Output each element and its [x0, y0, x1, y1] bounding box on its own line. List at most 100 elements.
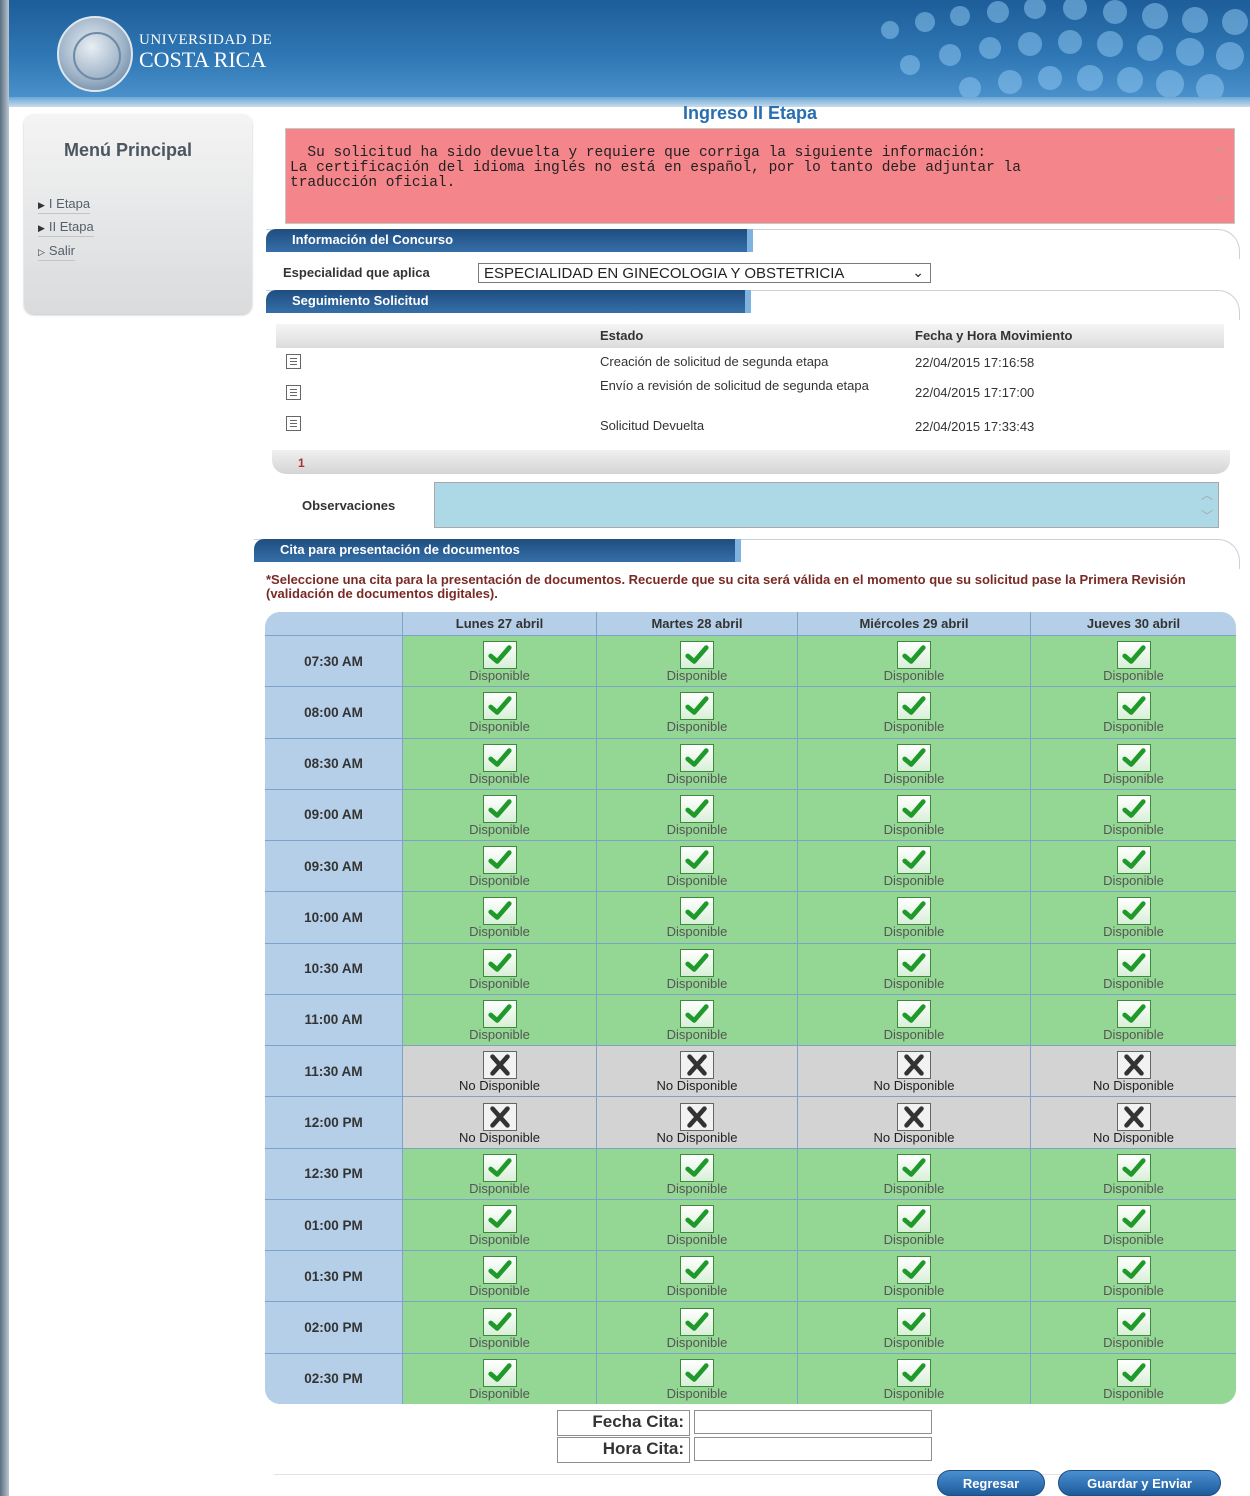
checkmark-icon[interactable]	[680, 1153, 714, 1182]
slot-available-cell[interactable]: Disponible	[596, 994, 798, 1047]
checkmark-icon[interactable]	[680, 1358, 714, 1387]
checkmark-icon[interactable]	[680, 948, 714, 977]
slot-available-cell[interactable]: Disponible	[402, 943, 597, 995]
slot-available-cell[interactable]: Disponible	[402, 1148, 597, 1200]
checkmark-icon[interactable]	[897, 641, 931, 670]
checkmark-icon[interactable]	[482, 1153, 517, 1182]
slot-available-cell[interactable]: Disponible	[1030, 1148, 1236, 1200]
checkmark-icon[interactable]	[897, 692, 931, 721]
slot-available-cell[interactable]: Disponible	[596, 1353, 798, 1404]
checkmark-icon[interactable]	[897, 897, 931, 926]
checkmark-icon[interactable]	[680, 1256, 714, 1285]
especialidad-select[interactable]: ESPECIALIDAD EN GINECOLOGIA Y OBSTETRICI…	[478, 263, 931, 283]
checkmark-icon[interactable]	[897, 1153, 931, 1182]
slot-available-cell[interactable]: Disponible	[596, 943, 798, 995]
checkmark-icon[interactable]	[482, 692, 517, 721]
checkmark-icon[interactable]	[482, 743, 517, 772]
checkmark-icon[interactable]	[897, 999, 931, 1028]
slot-available-cell[interactable]: Disponible	[402, 840, 597, 893]
checkmark-icon[interactable]	[1116, 1153, 1151, 1182]
slot-available-cell[interactable]: Disponible	[402, 1199, 597, 1252]
sidebar-item-ii-etapa[interactable]: ▶ II Etapa	[38, 219, 94, 237]
slot-available-cell[interactable]: Disponible	[797, 789, 1031, 842]
slot-available-cell[interactable]: Disponible	[596, 789, 798, 842]
checkmark-icon[interactable]	[1116, 1358, 1151, 1387]
checkmark-icon[interactable]	[482, 1256, 517, 1285]
slot-available-cell[interactable]: Disponible	[402, 789, 597, 842]
chevron-down-icon[interactable]: ﹀	[1214, 196, 1226, 211]
slot-available-cell[interactable]: Disponible	[402, 738, 597, 790]
slot-available-cell[interactable]: Disponible	[797, 1148, 1031, 1200]
checkmark-icon[interactable]	[1116, 1307, 1151, 1336]
slot-available-cell[interactable]: Disponible	[1030, 1353, 1236, 1404]
checkmark-icon[interactable]	[482, 1205, 517, 1234]
slot-available-cell[interactable]: Disponible	[1030, 738, 1236, 790]
observaciones-scrollbar[interactable]: ︿ ﹀	[1196, 483, 1218, 527]
checkmark-icon[interactable]	[1116, 1256, 1151, 1285]
checkmark-icon[interactable]	[897, 1358, 931, 1387]
slot-available-cell[interactable]: Disponible	[1030, 840, 1236, 893]
slot-available-cell[interactable]: Disponible	[402, 891, 597, 944]
checkmark-icon[interactable]	[482, 948, 517, 977]
checkmark-icon[interactable]	[680, 641, 714, 670]
slot-available-cell[interactable]: Disponible	[1030, 686, 1236, 739]
slot-available-cell[interactable]: Disponible	[797, 686, 1031, 739]
checkmark-icon[interactable]	[482, 999, 517, 1028]
checkmark-icon[interactable]	[482, 897, 517, 926]
checkmark-icon[interactable]	[482, 1307, 517, 1336]
slot-available-cell[interactable]: Disponible	[596, 840, 798, 893]
checkmark-icon[interactable]	[897, 1307, 931, 1336]
slot-available-cell[interactable]: Disponible	[797, 943, 1031, 995]
checkmark-icon[interactable]	[680, 1307, 714, 1336]
slot-available-cell[interactable]: Disponible	[797, 994, 1031, 1047]
checkmark-icon[interactable]	[680, 846, 714, 875]
document-icon[interactable]	[286, 354, 301, 369]
checkmark-icon[interactable]	[1116, 743, 1151, 772]
slot-available-cell[interactable]: Disponible	[1030, 891, 1236, 944]
checkmark-icon[interactable]	[482, 846, 517, 875]
checkmark-icon[interactable]	[1116, 794, 1151, 823]
checkmark-icon[interactable]	[1116, 999, 1151, 1028]
slot-available-cell[interactable]: Disponible	[596, 1148, 798, 1200]
checkmark-icon[interactable]	[1116, 897, 1151, 926]
slot-available-cell[interactable]: Disponible	[1030, 635, 1236, 688]
slot-available-cell[interactable]: Disponible	[1030, 789, 1236, 842]
chevron-up-icon[interactable]: ︿	[1201, 486, 1213, 503]
slot-available-cell[interactable]: Disponible	[596, 1301, 798, 1354]
slot-available-cell[interactable]: Disponible	[1030, 1301, 1236, 1354]
slot-available-cell[interactable]: Disponible	[797, 840, 1031, 893]
checkmark-icon[interactable]	[680, 1205, 714, 1234]
checkmark-icon[interactable]	[680, 999, 714, 1028]
sidebar-item-i-etapa[interactable]: ▶ I Etapa	[38, 196, 91, 214]
checkmark-icon[interactable]	[680, 794, 714, 823]
checkmark-icon[interactable]	[1116, 641, 1151, 670]
checkmark-icon[interactable]	[1116, 692, 1151, 721]
checkmark-icon[interactable]	[680, 743, 714, 772]
checkmark-icon[interactable]	[1116, 948, 1151, 977]
message-scrollbar[interactable]: ︿ ﹀	[1206, 129, 1234, 223]
slot-available-cell[interactable]: Disponible	[797, 1250, 1031, 1303]
hora-cita-field[interactable]	[694, 1437, 932, 1461]
checkmark-icon[interactable]	[482, 1358, 517, 1387]
checkmark-icon[interactable]	[680, 692, 714, 721]
sidebar-item-salir[interactable]: ▷ Salir	[38, 243, 75, 261]
checkmark-icon[interactable]	[680, 897, 714, 926]
slot-available-cell[interactable]: Disponible	[596, 686, 798, 739]
slot-available-cell[interactable]: Disponible	[402, 1301, 597, 1354]
slot-available-cell[interactable]: Disponible	[1030, 943, 1236, 995]
slot-available-cell[interactable]: Disponible	[797, 1353, 1031, 1404]
slot-available-cell[interactable]: Disponible	[596, 738, 798, 790]
checkmark-icon[interactable]	[897, 743, 931, 772]
slot-available-cell[interactable]: Disponible	[596, 635, 798, 688]
slot-available-cell[interactable]: Disponible	[402, 1353, 597, 1404]
slot-available-cell[interactable]: Disponible	[797, 1199, 1031, 1252]
checkmark-icon[interactable]	[897, 846, 931, 875]
back-button[interactable]: Regresar	[937, 1470, 1045, 1496]
checkmark-icon[interactable]	[482, 794, 517, 823]
slot-available-cell[interactable]: Disponible	[797, 738, 1031, 790]
slot-available-cell[interactable]: Disponible	[596, 1199, 798, 1252]
checkmark-icon[interactable]	[897, 1256, 931, 1285]
slot-available-cell[interactable]: Disponible	[402, 1250, 597, 1303]
slot-available-cell[interactable]: Disponible	[797, 1301, 1031, 1354]
document-icon[interactable]	[286, 385, 301, 400]
